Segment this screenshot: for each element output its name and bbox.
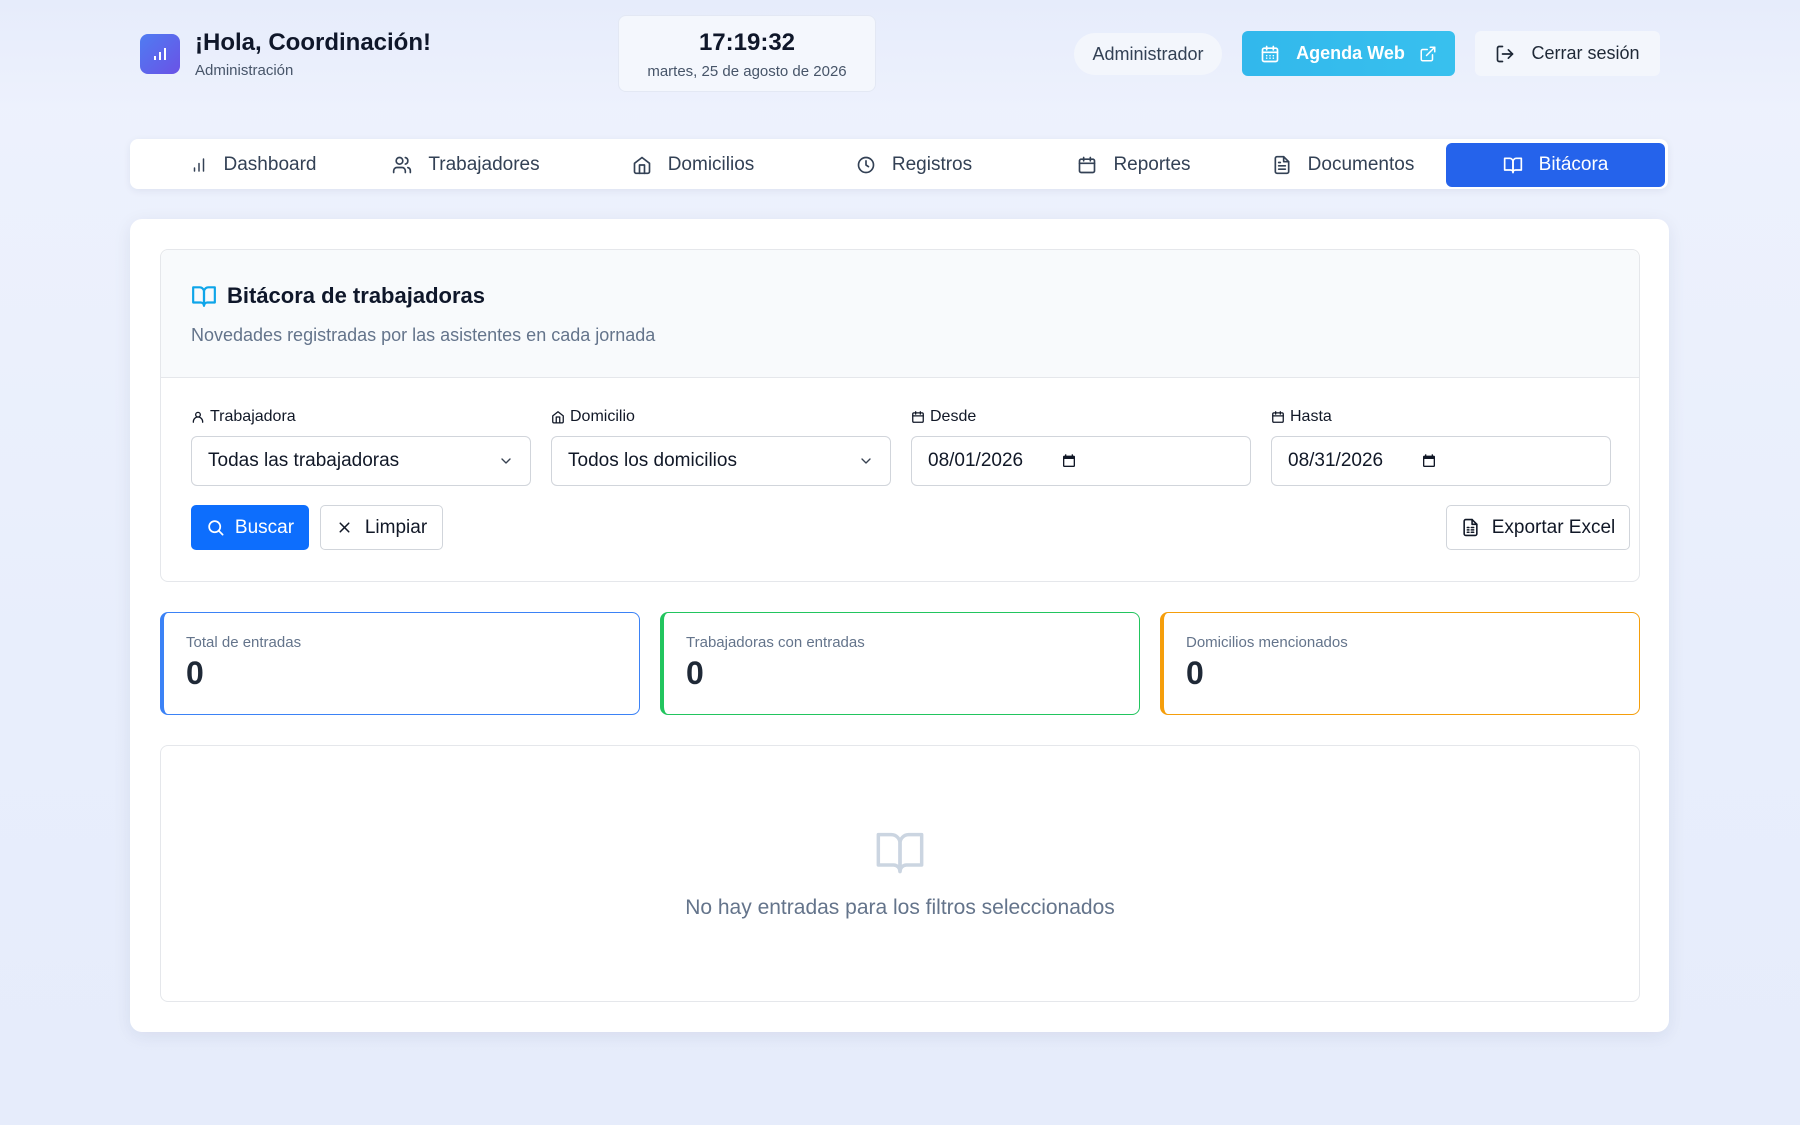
main-panel: Bitácora de trabajadoras Novedades regis… [130,219,1669,1032]
book-open-icon [192,286,216,307]
tab-label: Bitácora [1538,154,1609,175]
tab-label: Dashboard [223,154,317,175]
clear-button-label: Limpiar [364,516,428,538]
filter-card: Bitácora de trabajadoras Novedades regis… [160,249,1640,582]
tab-dashboard[interactable]: Dashboard [158,143,348,187]
calendar-icon [1272,411,1284,423]
section-title-text: Bitácora de trabajadoras [227,283,485,308]
home-icon [633,156,651,175]
search-icon [208,520,224,536]
tab-label: Documentos [1307,154,1415,175]
tab-label: Domicilios [667,154,755,175]
date-picker-icon[interactable] [1421,453,1437,469]
logout-button[interactable]: Cerrar sesión [1475,31,1660,76]
calendar-icon [1079,156,1096,174]
user-icon [192,411,204,423]
entries-empty-state: No hay entradas para los filtros selecci… [160,745,1640,1002]
greeting-title: ¡Hola, Coordinación! [195,29,431,56]
book-open-icon [1503,157,1522,174]
chevron-down-icon [501,458,511,464]
from-date-label: Desde [911,408,976,426]
home-filter-label: Domicilio [551,408,635,426]
clock-widget: 17:19:32 martes, 25 de agosto de 2026 [618,15,876,92]
role-badge: Administrador [1074,33,1222,75]
clock-icon [857,156,875,174]
external-link-icon [1420,46,1436,61]
logout-label: Cerrar sesión [1531,43,1640,63]
from-date-value: 08/01/2026 [928,450,1024,471]
tab-trabajadores[interactable]: Trabajadores [366,143,566,187]
stat-label: Total de entradas [186,634,302,651]
top-header: ¡Hola, Coordinación! Administración 17:1… [0,0,1800,108]
tab-bitacora[interactable]: Bitácora [1446,143,1665,187]
close-icon [339,522,350,533]
section-title: Bitácora de trabajadoras [191,283,485,309]
bar-chart-icon [154,48,166,60]
to-date-value: 08/31/2026 [1288,450,1384,471]
chevron-down-icon [861,458,871,464]
stat-value: 0 [686,655,704,691]
worker-select-value: Todas las trabajadoras [208,450,400,471]
export-button-label: Exportar Excel [1491,516,1616,538]
tab-reportes[interactable]: Reportes [1044,143,1224,187]
export-excel-button[interactable]: Exportar Excel [1446,505,1630,550]
stat-label: Domicilios mencionados [1186,634,1348,651]
tab-label: Reportes [1113,154,1191,175]
home-select-value: Todos los domicilios [568,450,737,471]
clear-button[interactable]: Limpiar [320,505,443,550]
home-icon [552,411,564,424]
stat-label: Trabajadoras con entradas [686,634,865,651]
worker-filter-label: Trabajadora [191,408,296,426]
agenda-web-label: Agenda Web [1296,43,1405,63]
section-header: Bitácora de trabajadoras Novedades regis… [161,250,1639,378]
stat-value: 0 [186,655,204,691]
stat-card-total-entries: Total de entradas 0 [160,612,640,715]
bar-chart-icon [193,158,204,172]
tab-label: Registros [891,154,973,175]
section-subtitle: Novedades registradas por las asistentes… [191,325,656,345]
logout-icon [1497,45,1514,62]
home-select[interactable]: Todos los domicilios [551,436,891,486]
clock-date: martes, 25 de agosto de 2026 [647,63,847,80]
calendar-icon [1261,45,1279,62]
tab-domicilios[interactable]: Domicilios [598,143,788,187]
from-date-input[interactable]: 08/01/2026 [911,436,1251,486]
to-date-input[interactable]: 08/31/2026 [1271,436,1611,486]
empty-state-message: No hay entradas para los filtros selecci… [685,896,1115,919]
date-picker-icon[interactable] [1061,453,1077,469]
calendar-icon [912,411,924,423]
tab-label: Trabajadores [428,154,540,175]
stat-value: 0 [1186,655,1204,691]
book-open-icon [876,832,924,874]
spreadsheet-icon [1463,518,1478,537]
document-icon [1274,155,1290,175]
stat-card-workers: Trabajadoras con entradas 0 [660,612,1140,715]
greeting-subtitle: Administración [195,62,294,79]
to-date-label: Hasta [1271,408,1332,426]
clock-time: 17:19:32 [698,29,796,56]
stat-card-homes: Domicilios mencionados 0 [1160,612,1640,715]
worker-select[interactable]: Todas las trabajadoras [191,436,531,486]
search-button[interactable]: Buscar [191,505,309,550]
users-icon [393,156,412,174]
agenda-web-button[interactable]: Agenda Web [1242,31,1455,76]
tab-registros[interactable]: Registros [824,143,1004,187]
app-logo [140,34,180,74]
tab-documentos[interactable]: Documentos [1248,143,1438,187]
main-nav: Dashboard Trabajadores Domicilios Regist… [130,139,1668,189]
search-button-label: Buscar [234,516,295,538]
